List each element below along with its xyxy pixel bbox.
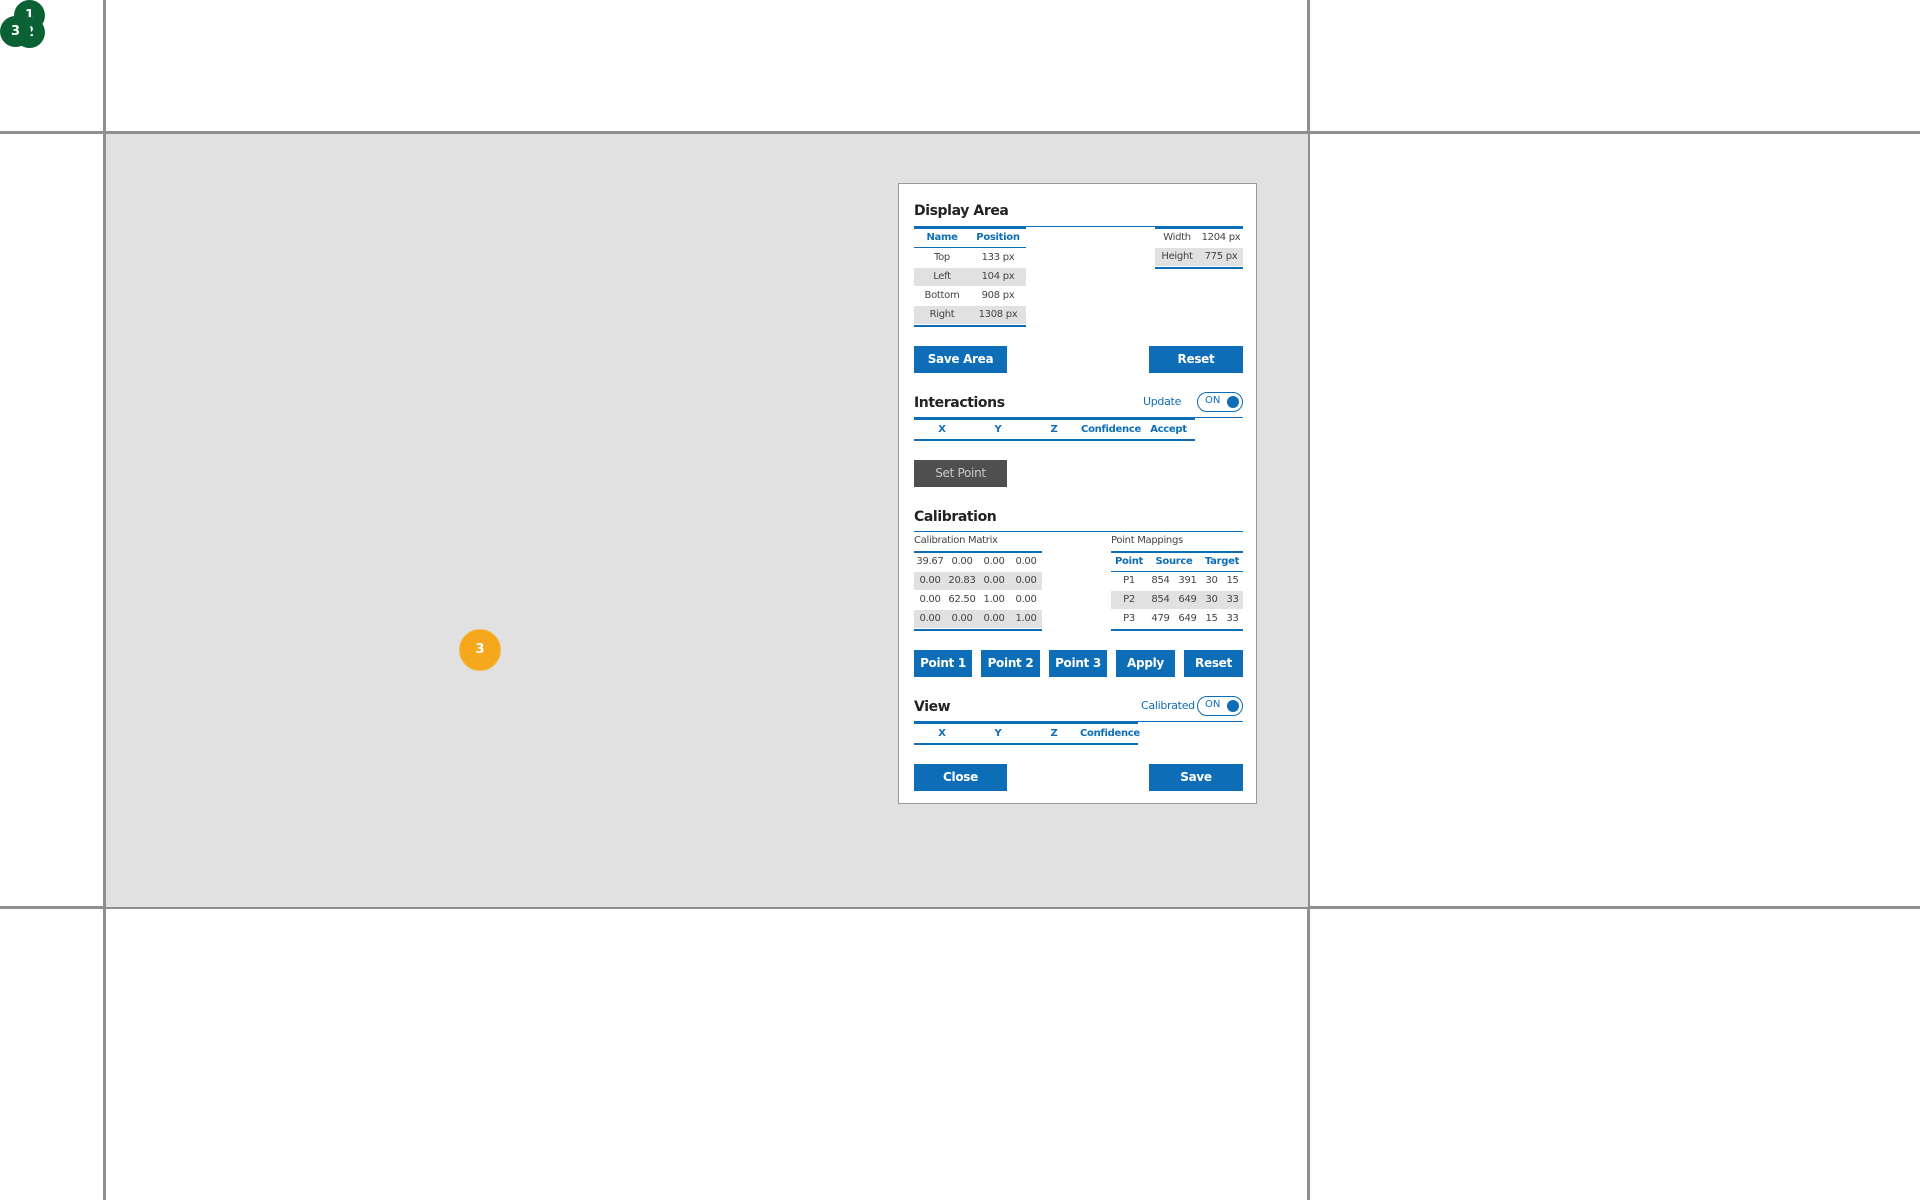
calibrated-label: Calibrated [1141,699,1195,712]
calibrated-toggle-label: ON [1205,699,1221,710]
matrix-cell: 0.00 [1015,556,1037,567]
table-bottom-rule [1155,267,1243,269]
calibration-matrix-label: Calibration Matrix [914,535,998,546]
view-table-bottom-rule [914,743,1138,745]
marker-3[interactable]: 3 [0,16,31,47]
matrix-cell: 1.00 [983,594,1005,605]
point-1-button[interactable]: Point 1 [914,650,972,677]
calibration-panel: Display Area Name Position Top 133 px Le… [898,183,1257,804]
mapping-target-x: 15 [1205,613,1218,624]
column-header-name: Name [926,232,958,243]
matrix-cell: 62.50 [948,594,976,605]
matrix-cell: 0.00 [919,613,941,624]
mapping-target-y: 33 [1226,594,1239,605]
matrix-cell: 20.83 [948,575,976,586]
matrix-cell: 0.00 [1015,575,1037,586]
column-header-position: Position [976,232,1020,243]
table-bottom-rule [914,325,1026,327]
row-name: Right [929,309,955,320]
close-button[interactable]: Close [914,764,1007,791]
mapping-point: P1 [1123,575,1135,586]
column-header-point: Point [1114,556,1144,567]
matrix-cell: 0.00 [1015,594,1037,605]
interactions-table-bottom-rule [914,439,1195,441]
matrix-cell: 39.67 [916,556,944,567]
mapping-source-x: 854 [1151,575,1170,586]
reset-area-button[interactable]: Reset [1149,346,1243,373]
size-name: Height [1161,251,1193,262]
mapping-point: P3 [1123,613,1135,624]
matrix-cell: 0.00 [951,556,973,567]
matrix-cell: 0.00 [919,575,941,586]
column-header-x: X [938,728,946,739]
column-header-y: Y [994,728,1002,739]
view-table-top-rule [914,722,1138,724]
toggle-knob [1227,396,1239,408]
display-area-title: Display Area [914,203,1009,219]
interactions-title: Interactions [914,395,1005,411]
matrix-cell: 1.00 [1015,613,1037,624]
update-label: Update [1143,395,1182,408]
mapping-source-x: 854 [1151,594,1170,605]
column-header-z: Z [1050,424,1058,435]
matrix-cell: 0.00 [983,575,1005,586]
set-point-button[interactable]: Set Point [914,460,1007,487]
matrix-cell: 0.00 [951,613,973,624]
table-top-rule [914,227,1026,229]
row-position: 133 px [981,252,1015,263]
view-title: View [914,699,951,715]
apply-button[interactable]: Apply [1116,650,1175,677]
point-3-button[interactable]: Point 3 [1049,650,1107,677]
mapping-source-y: 649 [1178,594,1197,605]
toggle-knob [1227,700,1239,712]
table-bottom-rule [914,629,1042,631]
interactions-table-top-rule [914,418,1195,420]
mapping-target-x: 30 [1205,594,1218,605]
calibration-reset-button[interactable]: Reset [1184,650,1243,677]
column-header-x: X [938,424,946,435]
save-area-button[interactable]: Save Area [914,346,1007,373]
mapping-target-y: 15 [1226,575,1239,586]
column-header-target: Target [1204,556,1240,567]
size-value: 1204 px [1201,232,1241,243]
table-header-rule [914,247,1026,248]
mapping-target-y: 33 [1226,613,1239,624]
row-position: 104 px [981,271,1015,282]
mapping-source-y: 649 [1178,613,1197,624]
mapping-source-x: 479 [1151,613,1170,624]
column-header-source: Source [1155,556,1193,567]
size-name: Width [1163,232,1191,243]
size-value: 775 px [1204,251,1238,262]
point-mappings-label: Point Mappings [1111,535,1183,546]
column-header-z: Z [1050,728,1058,739]
matrix-cell: 0.00 [983,613,1005,624]
mapping-point: P2 [1123,594,1135,605]
row-name: Left [933,271,951,282]
column-header-accept: Accept [1150,424,1187,435]
mapping-target-x: 30 [1205,575,1218,586]
calibration-title: Calibration [914,509,997,525]
update-toggle[interactable]: ON [1197,392,1243,412]
matrix-cell: 0.00 [983,556,1005,567]
table-bottom-rule [1111,629,1243,631]
table-top-rule [1111,551,1243,553]
update-toggle-label: ON [1205,395,1221,406]
row-name: Bottom [924,290,960,301]
interaction-point-marker[interactable]: 3 [459,629,501,671]
matrix-cell: 0.00 [919,594,941,605]
column-header-confidence: Confidence [1081,424,1141,435]
calibrated-toggle[interactable]: ON [1197,696,1243,716]
column-header-y: Y [994,424,1002,435]
point-2-button[interactable]: Point 2 [981,650,1040,677]
row-position: 908 px [981,290,1015,301]
column-header-confidence: Confidence [1080,728,1140,739]
row-name: Top [934,252,950,263]
row-position: 1308 px [978,309,1018,320]
calibration-rule [914,531,1243,532]
mapping-source-y: 391 [1178,575,1197,586]
save-button[interactable]: Save [1149,764,1243,791]
